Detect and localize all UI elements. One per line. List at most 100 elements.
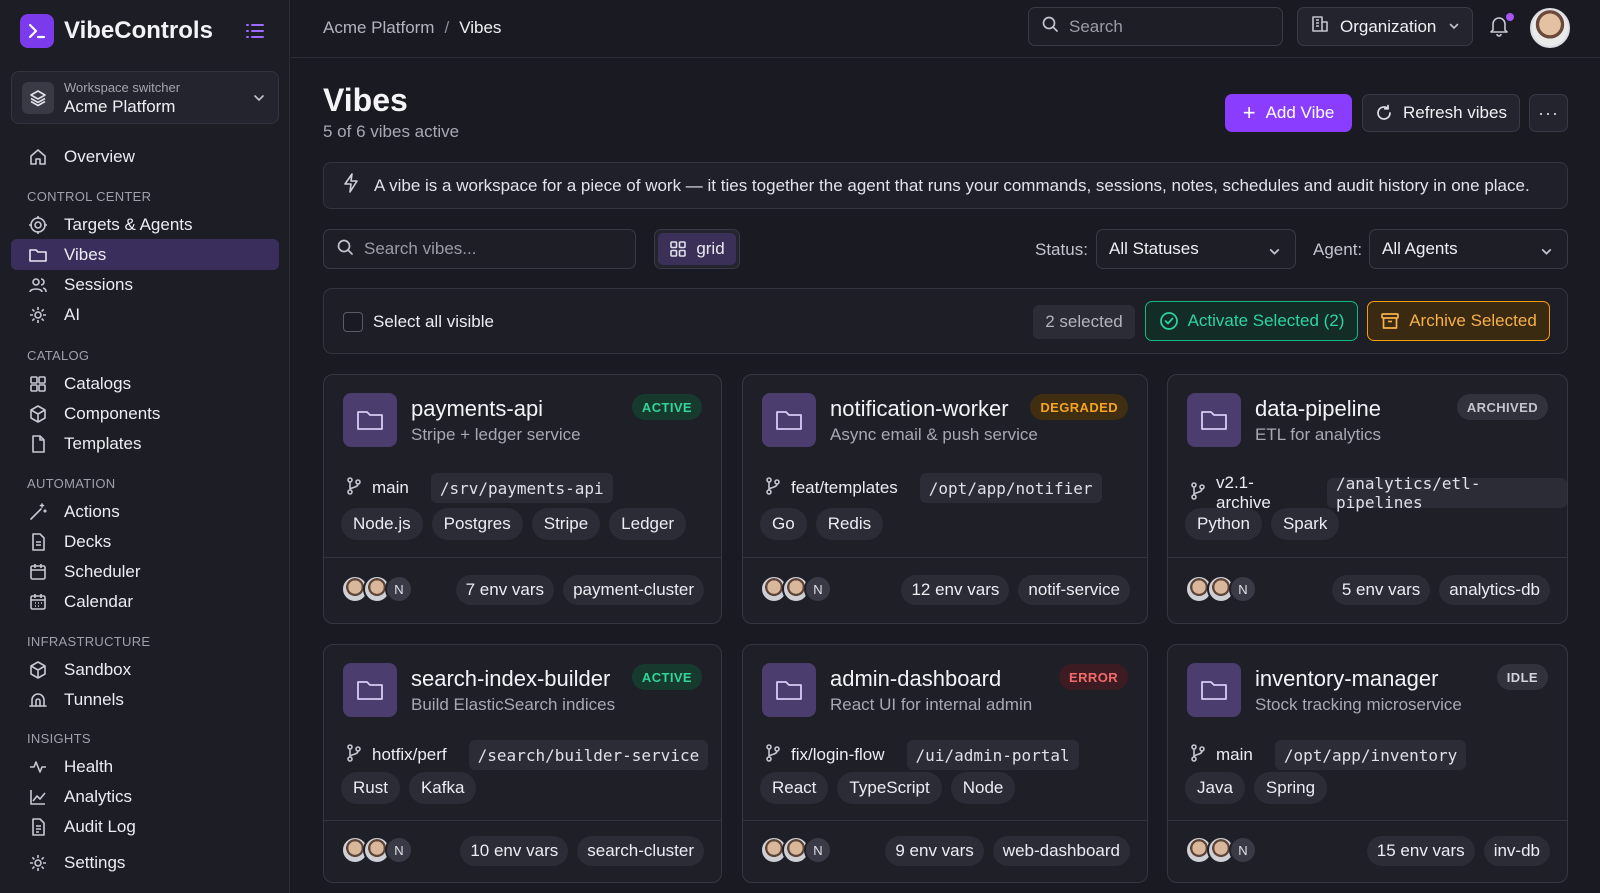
branch-row: main/srv/payments-api <box>345 473 613 503</box>
sidebar-item-sessions[interactable]: Sessions <box>11 269 279 300</box>
env-vars-chip[interactable]: 15 env vars <box>1366 836 1475 866</box>
sidebar-item-label: Catalogs <box>64 373 132 393</box>
member-avatars[interactable]: N <box>760 575 832 603</box>
sidebar-item-decks[interactable]: Decks <box>11 526 279 557</box>
workspace-switcher[interactable]: Workspace switcher Acme Platform <box>11 71 279 124</box>
calendar-icon <box>27 561 49 583</box>
bulk-actions-bar: Select all visible 2 selected Activate S… <box>323 288 1568 354</box>
activate-selected-label: Activate Selected (2) <box>1187 311 1345 330</box>
sidebar-toggle-icon[interactable] <box>244 20 266 47</box>
agent-filter-select[interactable]: All Agents <box>1369 229 1568 269</box>
sidebar-item-actions[interactable]: Actions <box>11 496 279 527</box>
grid-view-option[interactable]: grid <box>658 233 736 265</box>
member-avatars[interactable]: N <box>760 836 832 864</box>
sidebar-item-health[interactable]: Health <box>11 751 279 782</box>
vibe-name[interactable]: admin-dashboard <box>830 666 1001 692</box>
card-divider <box>743 820 1147 821</box>
git-branch-icon <box>1189 743 1207 768</box>
member-avatars[interactable]: N <box>341 575 413 603</box>
sidebar-item-audit-log[interactable]: Audit Log <box>11 811 279 842</box>
sidebar-item-label: Health <box>64 756 114 776</box>
tech-tag: Stripe <box>531 508 601 540</box>
env-vars-chip[interactable]: 9 env vars <box>885 836 984 866</box>
sidebar-item-scheduler[interactable]: Scheduler <box>11 556 279 587</box>
sidebar-item-components[interactable]: Components <box>11 398 279 429</box>
sidebar-item-vibes[interactable]: Vibes <box>11 239 279 270</box>
vibe-card[interactable]: notification-worker Async email & push se… <box>742 374 1148 624</box>
building-icon <box>1310 14 1330 39</box>
member-avatars[interactable]: N <box>341 836 413 864</box>
global-search-input[interactable]: Search <box>1028 7 1283 46</box>
target-chip[interactable]: analytics-db <box>1439 575 1550 605</box>
card-meta: 10 env vars search-cluster <box>451 836 704 866</box>
sidebar-item-tunnels[interactable]: Tunnels <box>11 684 279 715</box>
workspace-name: Acme Platform <box>64 97 176 116</box>
breadcrumb-item[interactable]: Acme Platform <box>323 18 434 37</box>
archive-selected-button[interactable]: Archive Selected <box>1367 301 1550 341</box>
vibes-search-input[interactable] <box>364 239 624 259</box>
activate-selected-button[interactable]: Activate Selected (2) <box>1145 301 1358 341</box>
sidebar-item-catalogs[interactable]: Catalogs <box>11 368 279 399</box>
tech-tags: Java Spring <box>1185 772 1336 804</box>
env-vars-chip[interactable]: 5 env vars <box>1331 575 1431 605</box>
box-icon <box>27 659 49 681</box>
sidebar-item-targets[interactable]: Targets & Agents <box>11 209 279 240</box>
status-filter-select[interactable]: All Statuses <box>1096 229 1296 269</box>
organization-switcher[interactable]: Organization <box>1297 7 1473 46</box>
sidebar-item-overview[interactable]: Overview <box>11 141 279 172</box>
workdir-path: /analytics/etl-pipelines <box>1326 474 1567 512</box>
member-avatars[interactable]: N <box>1185 836 1257 864</box>
sidebar-item-label: Actions <box>64 501 120 521</box>
tech-tag: Postgres <box>431 508 523 540</box>
vibe-card[interactable]: inventory-manager Stock tracking microser… <box>1167 644 1568 883</box>
env-vars-chip[interactable]: 10 env vars <box>460 836 569 866</box>
target-chip[interactable]: web-dashboard <box>992 836 1130 866</box>
card-meta: 9 env vars web-dashboard <box>876 836 1130 866</box>
vibe-card[interactable]: admin-dashboard React UI for internal adm… <box>742 644 1148 883</box>
vibe-card[interactable]: payments-api Stripe + ledger service ACTIV… <box>323 374 722 624</box>
avatar-initial: N <box>385 836 413 864</box>
sidebar-item-label: Scheduler <box>64 561 141 581</box>
sidebar-item-analytics[interactable]: Analytics <box>11 781 279 812</box>
refresh-vibes-button[interactable]: Refresh vibes <box>1362 94 1520 132</box>
sidebar: VibeControls Workspace switcher Acme Pla… <box>0 0 290 893</box>
sidebar-item-templates[interactable]: Templates <box>11 428 279 459</box>
vibe-name[interactable]: payments-api <box>411 396 543 422</box>
sidebar-item-settings[interactable]: Settings <box>11 847 279 878</box>
sidebar-item-label: Templates <box>64 433 142 453</box>
check-circle-icon <box>1159 312 1178 330</box>
sidebar-item-ai[interactable]: AI <box>11 299 279 330</box>
brand[interactable]: VibeControls <box>20 14 213 48</box>
env-vars-chip[interactable]: 7 env vars <box>455 575 555 605</box>
user-avatar[interactable] <box>1530 8 1570 48</box>
chevron-down-icon <box>1448 17 1460 37</box>
git-branch-icon <box>345 743 363 768</box>
member-avatars[interactable]: N <box>1185 575 1257 603</box>
breadcrumb-current: Vibes <box>459 18 502 37</box>
avatar-initial: N <box>1229 575 1257 603</box>
more-options-button[interactable]: ··· <box>1529 94 1568 132</box>
sidebar-item-sandbox[interactable]: Sandbox <box>11 654 279 685</box>
status-filter-label: Status: <box>1035 240 1088 259</box>
tech-tag: Spring <box>1253 772 1328 804</box>
vibe-name[interactable]: data-pipeline <box>1255 396 1381 422</box>
add-vibe-button[interactable]: + Add Vibe <box>1225 94 1352 132</box>
tech-tag: Kafka <box>408 772 477 804</box>
target-chip[interactable]: payment-cluster <box>563 575 704 605</box>
target-chip[interactable]: notif-service <box>1018 575 1130 605</box>
target-chip[interactable]: search-cluster <box>577 836 704 866</box>
vibe-name[interactable]: inventory-manager <box>1255 666 1438 692</box>
vibes-search-field[interactable] <box>323 229 636 269</box>
select-all-checkbox[interactable] <box>343 312 363 332</box>
vibe-name[interactable]: notification-worker <box>830 396 1009 422</box>
sidebar-item-calendar[interactable]: Calendar <box>11 586 279 617</box>
env-vars-chip[interactable]: 12 env vars <box>901 575 1010 605</box>
vibe-card[interactable]: search-index-builder Build ElasticSearch … <box>323 644 722 883</box>
target-chip[interactable]: inv-db <box>1483 836 1550 866</box>
vibe-name[interactable]: search-index-builder <box>411 666 610 692</box>
vibe-card[interactable]: data-pipeline ETL for analytics ARCHIVED v2… <box>1167 374 1568 624</box>
search-icon <box>1041 15 1059 38</box>
sidebar-item-label: Vibes <box>64 244 107 264</box>
view-toggle[interactable]: grid <box>654 229 740 269</box>
select-all-label[interactable]: Select all visible <box>373 312 494 332</box>
